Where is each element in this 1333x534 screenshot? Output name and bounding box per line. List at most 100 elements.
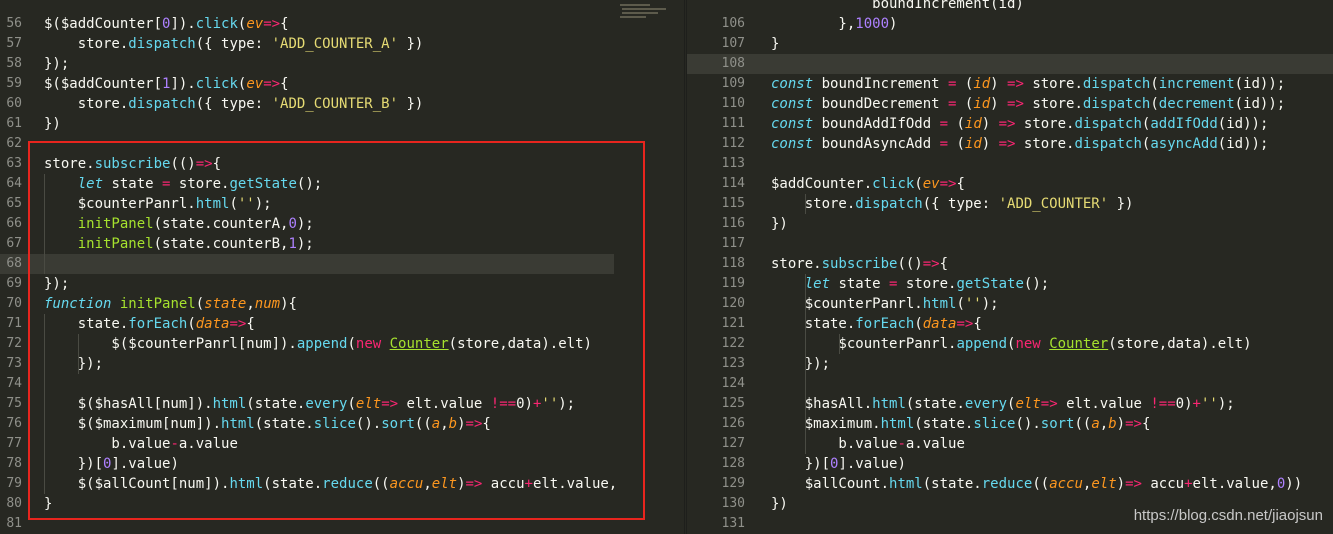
code-line[interactable]: 61}) [0, 114, 614, 134]
code-line[interactable]: 56 $($addCounter[0]).click(ev=>{ [0, 14, 614, 34]
code-line[interactable]: boundIncrement(id) [687, 0, 1333, 14]
code-line[interactable]: 113 [687, 154, 1333, 174]
code-line[interactable]: 69}); [0, 274, 614, 294]
code-line[interactable]: 115 store.dispatch({ type: 'ADD_COUNTER'… [687, 194, 1333, 214]
code-token: Counter [389, 336, 449, 352]
code-line[interactable]: 66 initPanel(state.counterA,0); [0, 214, 614, 234]
code-line[interactable]: 60 store.dispatch({ type: 'ADD_COUNTER_B… [0, 94, 614, 114]
code-line[interactable]: 110 const boundDecrement = (id) => store.… [687, 94, 1333, 114]
code-line[interactable]: 62 [0, 134, 614, 154]
code-line[interactable]: 127 b.value-a.value [687, 434, 1333, 454]
code-token: initPanel [77, 236, 154, 252]
code-token: html [212, 396, 247, 412]
code-line[interactable]: 67 initPanel(state.counterB,1); [0, 234, 614, 254]
left-editor-pane[interactable]: 56 $($addCounter[0]).click(ev=>{57 store.… [0, 0, 614, 534]
code-line[interactable]: 80} [0, 494, 614, 514]
code-token: dispatch [1074, 136, 1142, 152]
code-token: append [956, 336, 1008, 352]
minimap[interactable] [614, 0, 685, 534]
code-line[interactable]: 65 $counterPanrl.html(''); [0, 194, 614, 214]
code-token: elt [1015, 396, 1041, 412]
code-line[interactable]: 57 store.dispatch({ type: 'ADD_COUNTER_A… [0, 34, 614, 54]
code-token: (id)); [1217, 116, 1269, 132]
code-token: + [1184, 476, 1193, 492]
code-line[interactable]: 79 $($allCount[num]).html(state.reduce((… [0, 474, 614, 494]
code-token: sort [381, 416, 415, 432]
code-line[interactable]: 78 })[0].value) [0, 454, 614, 474]
code-token: ); [558, 396, 576, 412]
code-text: $maximum.html(state.slice().sort((a,b)=>… [771, 414, 1151, 434]
code-line[interactable]: 119 let state = store.getState(); [687, 274, 1333, 294]
code-token: dispatch [1082, 76, 1151, 92]
code-token: accu [1141, 476, 1185, 492]
code-line[interactable]: 68 [0, 254, 614, 274]
code-line[interactable]: 109 const boundIncrement = (id) => store.… [687, 74, 1333, 94]
code-token: const [771, 76, 814, 92]
code-token: ({ type: [195, 36, 272, 52]
code-text: function initPanel(state,num){ [44, 294, 297, 314]
code-token: - [170, 436, 179, 452]
code-line[interactable]: 73 }); [0, 354, 614, 374]
code-token: elt.value [1057, 396, 1151, 412]
code-token: }) [771, 216, 788, 232]
code-line[interactable]: 75 $($hasAll[num]).html(state.every(elt=… [0, 394, 614, 414]
code-line[interactable]: 125 $hasAll.html(state.every(elt=> elt.v… [687, 394, 1333, 414]
code-token: ); [254, 196, 272, 212]
code-token: $($maximum[num]). [44, 416, 222, 432]
code-token: ) [981, 116, 999, 132]
code-token: => [465, 416, 483, 432]
watermark: https://blog.csdn.net/jiaojsun [1133, 507, 1323, 524]
code-token: ( [914, 176, 923, 192]
code-line[interactable]: 71 state.forEach(data=>{ [0, 314, 614, 334]
code-line[interactable]: 74 [0, 374, 614, 394]
code-line[interactable]: 64 let state = store.getState(); [0, 174, 614, 194]
code-line[interactable]: 59 $($addCounter[1]).click(ev=>{ [0, 74, 614, 94]
code-text: $($addCounter[1]).click(ev=>{ [44, 74, 289, 94]
line-number: 115 [721, 196, 745, 211]
code-token: function [44, 296, 112, 312]
code-line[interactable]: 76 $($maximum[num]).html(state.slice().s… [0, 414, 614, 434]
code-token: forEach [128, 316, 188, 332]
code-line[interactable]: 108 [687, 54, 1333, 74]
code-token: (); [1023, 276, 1050, 292]
code-token: ( [347, 336, 356, 352]
code-line[interactable]: 122 $counterPanrl.append(new Counter(sto… [687, 334, 1333, 354]
code-token: Counter [1049, 336, 1109, 352]
code-line[interactable]: 111 const boundAddIfOdd = (id) => store.d… [687, 114, 1333, 134]
code-line[interactable]: 120 $counterPanrl.html(''); [687, 294, 1333, 314]
code-line[interactable]: 63 store.subscribe(()=>{ [0, 154, 614, 174]
code-token: 0 [288, 216, 297, 232]
code-token: $counterPanrl. [44, 196, 196, 212]
code-line[interactable]: 128 })[0].value) [687, 454, 1333, 474]
code-text: let state = store.getState(); [771, 274, 1050, 294]
code-line[interactable]: 112 const boundAsyncAdd = (id) => store.d… [687, 134, 1333, 154]
code-token: slice [973, 416, 1016, 432]
code-token: })[ [771, 456, 831, 472]
code-token: (store,data).elt) [448, 336, 592, 352]
code-line[interactable]: 77 b.value-a.value [0, 434, 614, 454]
code-token: '' [541, 396, 559, 412]
code-line[interactable]: 106 },1000) [687, 14, 1333, 34]
code-line[interactable]: 126 $maximum.html(state.slice().sort((a,… [687, 414, 1333, 434]
code-token: !== [1150, 396, 1176, 412]
code-line[interactable]: 114 $addCounter.click(ev=>{ [687, 174, 1333, 194]
line-number: 107 [721, 36, 745, 51]
code-line[interactable]: 72 $($counterPanrl[num]).append(new Coun… [0, 334, 614, 354]
code-token: }) [398, 36, 424, 52]
code-line[interactable]: 123 }); [687, 354, 1333, 374]
code-line[interactable]: 81 [0, 514, 614, 534]
code-token: $($addCounter[ [44, 16, 163, 32]
right-editor-pane[interactable]: boundIncrement(id) 106 },1000) 107} 108 109 c… [686, 0, 1333, 534]
code-token: getState [956, 276, 1024, 292]
code-line[interactable]: 70 function initPanel(state,num){ [0, 294, 614, 314]
code-line[interactable]: 129 $allCount.html(state.reduce((accu,el… [687, 474, 1333, 494]
code-line[interactable]: 107} [687, 34, 1333, 54]
code-line[interactable]: 58}); [0, 54, 614, 74]
code-line[interactable]: 121 state.forEach(data=>{ [687, 314, 1333, 334]
code-line[interactable]: 124 [687, 374, 1333, 394]
code-line[interactable] [0, 0, 614, 14]
code-token: $($addCounter[ [44, 76, 163, 92]
code-line[interactable]: 118 store.subscribe(()=>{ [687, 254, 1333, 274]
code-line[interactable]: 116}) [687, 214, 1333, 234]
code-line[interactable]: 117 [687, 234, 1333, 254]
